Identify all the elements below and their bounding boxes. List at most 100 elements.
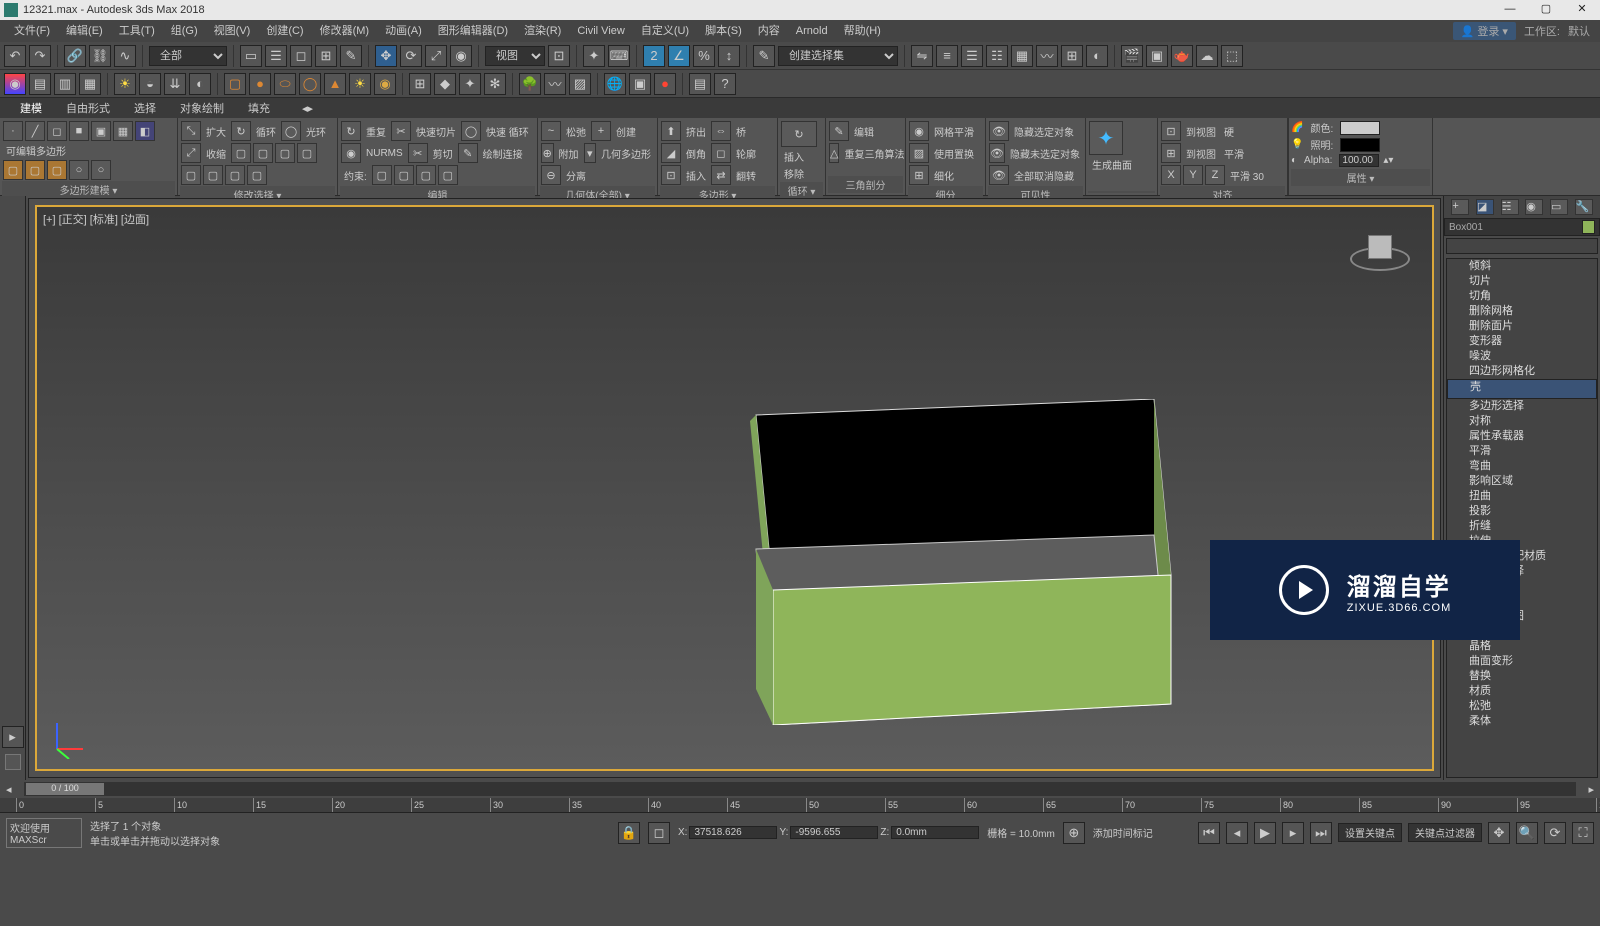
manipulate-button[interactable]: ✦	[583, 45, 605, 67]
select-name-button[interactable]: ☰	[265, 45, 287, 67]
nav-zoom-button[interactable]: 🔍	[1516, 822, 1538, 844]
poly-edge-button[interactable]: ╱	[25, 121, 45, 141]
cloth-button[interactable]: ▨	[569, 73, 591, 95]
menu-rendering[interactable]: 渲染(R)	[516, 20, 569, 42]
light-target-button[interactable]: ◐	[189, 73, 211, 95]
setkey-button[interactable]: 设置关键点	[1338, 823, 1402, 842]
rotate-button[interactable]: ⟳	[400, 45, 422, 67]
select-object-button[interactable]: ▭	[240, 45, 262, 67]
sub5-button[interactable]: ○	[91, 160, 111, 180]
menu-file[interactable]: 文件(F)	[6, 20, 58, 42]
cut-button[interactable]: ✂	[408, 143, 428, 163]
cmd-tab-utilities[interactable]: 🔧	[1575, 199, 1593, 215]
login-button[interactable]: 👤 登录 ▾	[1453, 22, 1516, 40]
modifier-item[interactable]: 删除面片	[1447, 319, 1597, 334]
to-layer-button[interactable]: ▤	[29, 73, 51, 95]
next-frame-button[interactable]: ▸	[1282, 822, 1304, 844]
box-object[interactable]	[750, 399, 1189, 725]
poly-p7-button[interactable]: ◧	[135, 121, 155, 141]
r1-button[interactable]: ▢	[275, 143, 295, 163]
modifier-item[interactable]: 删除网格	[1447, 304, 1597, 319]
viewport-label[interactable]: [+] [正交] [标准] [边面]	[43, 211, 149, 227]
render3-button[interactable]: ⬚	[1221, 45, 1243, 67]
color-swatch[interactable]	[1340, 121, 1380, 135]
modifier-item[interactable]: 平滑	[1447, 444, 1597, 459]
create-button[interactable]: +	[591, 121, 611, 141]
menu-view[interactable]: 视图(V)	[206, 20, 259, 42]
keyfilter-button[interactable]: 关键点过滤器	[1408, 823, 1482, 842]
goto-start-button[interactable]: ⏮	[1198, 822, 1220, 844]
material-editor-button[interactable]: ◐	[1086, 45, 1108, 67]
sub1-button[interactable]: ▢	[3, 160, 23, 180]
placement-button[interactable]: ◉	[450, 45, 472, 67]
patch-button[interactable]: ◆	[434, 73, 456, 95]
object-name-input[interactable]	[1449, 220, 1582, 234]
meshsmooth-button[interactable]: ◉	[909, 121, 929, 141]
collapse-button[interactable]: ▾	[584, 143, 597, 163]
modifier-item[interactable]: 曲面变形	[1447, 654, 1597, 669]
sun-button[interactable]: ☀	[349, 73, 371, 95]
menu-content[interactable]: 内容	[750, 20, 788, 42]
hidesel-button[interactable]: 👁	[989, 121, 1009, 141]
modifier-dropdown[interactable]	[1446, 238, 1598, 254]
globe-button[interactable]: 🌐	[604, 73, 626, 95]
menu-script[interactable]: 脚本(S)	[697, 20, 750, 42]
modifier-item[interactable]: 属性承载器	[1447, 429, 1597, 444]
render-preset-button[interactable]: ▣	[629, 73, 651, 95]
lock-button[interactable]: 🔒	[618, 822, 640, 844]
cmd-tab-hierarchy[interactable]: ☵	[1501, 199, 1519, 215]
modifier-item[interactable]: 噪波	[1447, 349, 1597, 364]
cmd-tab-motion[interactable]: ◉	[1525, 199, 1543, 215]
ring-button[interactable]: ◯	[281, 121, 301, 141]
sub4-button[interactable]: ○	[69, 160, 89, 180]
ms2-button[interactable]: ▢	[203, 165, 223, 185]
select-paint-button[interactable]: ✎	[340, 45, 362, 67]
ribbon-tab-populate[interactable]: 填充	[248, 100, 270, 116]
modifier-item[interactable]: 切片	[1447, 274, 1597, 289]
menu-help[interactable]: 帮助(H)	[836, 20, 889, 42]
relax-button[interactable]: ~	[541, 121, 561, 141]
modifier-item[interactable]: 切角	[1447, 289, 1597, 304]
close-button[interactable]: ✕	[1564, 0, 1600, 20]
menu-tools[interactable]: 工具(T)	[111, 20, 163, 42]
unlink-button[interactable]: ⛓	[89, 45, 111, 67]
expand-button[interactable]: ⤡	[181, 121, 201, 141]
curve-editor-button[interactable]: 〰	[1036, 45, 1058, 67]
vp-thumb[interactable]	[5, 754, 21, 770]
flip-button[interactable]: ⇄	[711, 165, 731, 185]
edit-button[interactable]: ✎	[829, 121, 849, 141]
timeline-ruler[interactable]: 0510152025303540455055606570758085909510…	[0, 798, 1600, 812]
cone-button[interactable]: ▲	[324, 73, 346, 95]
viewport[interactable]: [+] [正交] [标准] [边面]	[35, 205, 1434, 771]
menu-customize[interactable]: 自定义(U)	[633, 20, 697, 42]
extrude-button[interactable]: ⬆	[661, 121, 681, 141]
modifier-item[interactable]: 材质	[1447, 684, 1597, 699]
sphere-button[interactable]: ●	[249, 73, 271, 95]
quickloop-button[interactable]: ◯	[461, 121, 481, 141]
object-color-swatch[interactable]	[1582, 220, 1595, 234]
r2-button[interactable]: ▢	[297, 143, 317, 163]
spinner-snap-button[interactable]: ↕	[718, 45, 740, 67]
schematic-button[interactable]: ⊞	[1061, 45, 1083, 67]
minimize-button[interactable]: —	[1492, 0, 1528, 20]
torus-button[interactable]: ◯	[299, 73, 321, 95]
loop-button[interactable]: ↻	[231, 121, 251, 141]
modifier-item[interactable]: 替换	[1447, 669, 1597, 684]
modifier-item[interactable]: 晶格	[1447, 639, 1597, 654]
maxscript-button[interactable]: ▤	[689, 73, 711, 95]
insert-button[interactable]: ⊡	[661, 165, 681, 185]
cons4-button[interactable]: ▢	[438, 165, 458, 185]
modifier-item[interactable]: 扭曲	[1447, 489, 1597, 504]
cmd-tab-display[interactable]: ▭	[1550, 199, 1568, 215]
poly-p6-button[interactable]: ▦	[113, 121, 133, 141]
modifier-item[interactable]: 松弛	[1447, 699, 1597, 714]
togrid-button[interactable]: ⊞	[1161, 143, 1181, 163]
gensrf-button[interactable]: ✦	[1089, 121, 1123, 155]
ms4-button[interactable]: ▢	[247, 165, 267, 185]
menu-create[interactable]: 创建(C)	[258, 20, 311, 42]
bevel-button[interactable]: ◢	[661, 143, 681, 163]
prev-frame-button[interactable]: ◂	[1226, 822, 1248, 844]
link-button[interactable]: 🔗	[64, 45, 86, 67]
modifier-item[interactable]: 四边形网格化	[1447, 364, 1597, 379]
cmd-tab-modify[interactable]: ◪	[1476, 199, 1494, 215]
